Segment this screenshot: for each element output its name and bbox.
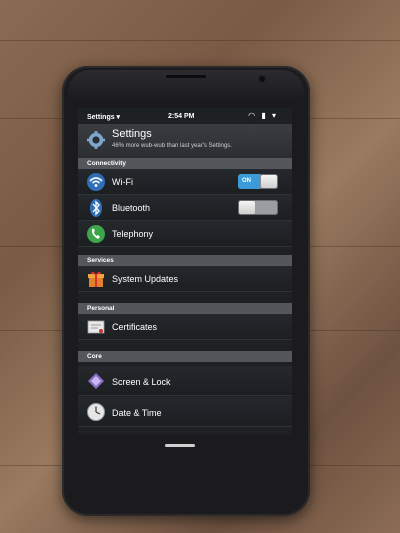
toggle-knob (239, 201, 255, 214)
app-header: Settings 46% more wub-wub than last year… (78, 124, 292, 158)
status-icons: ◠ ▮ ▾ (248, 111, 278, 120)
toggle-state-label: ON (242, 178, 251, 184)
settings-item-date-time[interactable]: Date & Time (78, 397, 292, 427)
toggle-knob (261, 175, 277, 188)
wifi-toggle[interactable]: ON (238, 174, 278, 189)
wood-grain (0, 40, 400, 41)
settings-item-label: Wi-Fi (112, 177, 133, 187)
gift-box-icon (88, 271, 104, 287)
certificate-icon (87, 320, 105, 334)
settings-item-bluetooth[interactable]: Bluetooth (78, 195, 292, 221)
settings-item-system-updates[interactable]: System Updates (78, 266, 292, 292)
app-menu[interactable]: Settings ▾ (87, 113, 120, 121)
settings-item-wifi[interactable]: Wi-Fi ON (78, 169, 292, 195)
settings-item-label: Date & Time (112, 408, 162, 418)
earpiece (166, 75, 206, 78)
wifi-icon (87, 173, 105, 191)
section-core: Core (78, 351, 292, 362)
phone-icon (87, 225, 105, 243)
bluetooth-icon (90, 199, 102, 217)
section-services: Services (78, 255, 292, 266)
clock-icon (87, 403, 105, 421)
page-title: Settings (112, 128, 152, 140)
front-camera (258, 75, 266, 83)
settings-item-telephony[interactable]: Telephony (78, 221, 292, 247)
clock-time: 2:54 PM (168, 113, 195, 120)
page-subtitle: 46% more wub-wub than last year's Settin… (112, 143, 232, 149)
settings-item-screen-lock[interactable]: Screen & Lock (78, 366, 292, 396)
section-personal: Personal (78, 303, 292, 314)
gesture-bar[interactable] (165, 444, 195, 447)
section-connectivity: Connectivity (78, 158, 292, 169)
lock-icon (88, 373, 104, 389)
screen: Settings 46% more wub-wub than last year… (78, 108, 292, 434)
settings-item-label: Certificates (112, 322, 158, 332)
bluetooth-toggle[interactable] (238, 200, 278, 215)
gear-icon (87, 131, 105, 149)
settings-item-label: Bluetooth (112, 203, 151, 213)
settings-item-certificates[interactable]: Certificates (78, 314, 292, 340)
settings-item-label: Screen & Lock (112, 377, 171, 387)
settings-item-label: Telephony (112, 229, 154, 239)
settings-item-label: System Updates (112, 274, 179, 284)
status-bar: Settings ▾ 2:54 PM ◠ ▮ ▾ (78, 110, 292, 124)
